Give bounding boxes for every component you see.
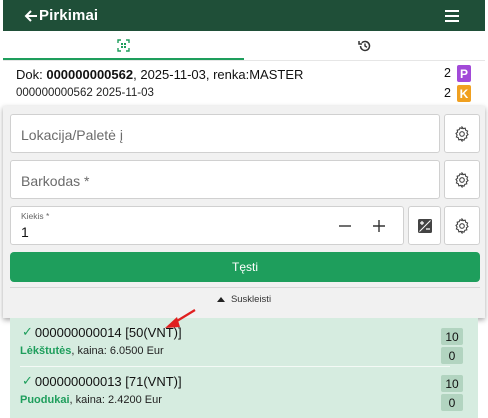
collapse-toggle[interactable]: Suskleisti bbox=[3, 292, 485, 306]
gear-icon bbox=[455, 217, 469, 234]
item-name: Lėkštutės bbox=[20, 345, 72, 357]
quantity-settings-button[interactable] bbox=[444, 206, 480, 245]
quantity-label: Kiekis * bbox=[21, 211, 50, 221]
plus-minus-box-icon bbox=[417, 218, 432, 233]
counter-p-count: 2 bbox=[444, 66, 451, 80]
check-icon: ✓ bbox=[22, 324, 33, 339]
collapse-label: Suskleisti bbox=[230, 293, 272, 305]
item-title: 000000000013 [71(VNT)] bbox=[34, 373, 182, 389]
badge-k: K bbox=[457, 85, 471, 102]
divider bbox=[20, 366, 450, 367]
check-icon: ✓ bbox=[22, 373, 33, 388]
barcode-scan-icon bbox=[117, 39, 130, 52]
list-item[interactable]: ✓ 000000000014 [50(VNT)] Lėkštutės, kain… bbox=[10, 318, 478, 364]
hamburger-menu-icon[interactable] bbox=[445, 10, 459, 22]
increment-button[interactable] bbox=[363, 207, 395, 245]
item-qty-expected: 10 bbox=[441, 375, 463, 392]
item-subtitle: Lėkštutės, kaina: 6.0500 Eur bbox=[20, 345, 164, 357]
badge-p: P bbox=[457, 65, 471, 82]
item-list: ✓ 000000000014 [50(VNT)] Lėkštutės, kain… bbox=[10, 318, 478, 418]
scan-form: Lokacija/Paletė į Barkodas * Kiekis * 1 bbox=[3, 106, 485, 318]
item-name: Puodukai bbox=[20, 394, 70, 406]
gear-icon bbox=[455, 125, 469, 142]
barcode-settings-button[interactable] bbox=[444, 160, 480, 199]
divider bbox=[10, 287, 480, 288]
tab-bar bbox=[3, 31, 485, 60]
item-qty-scanned: 0 bbox=[441, 394, 463, 411]
chevron-up-icon bbox=[216, 297, 225, 302]
history-icon bbox=[357, 40, 370, 51]
counter-k-count: 2 bbox=[444, 86, 451, 100]
item-price: , kaina: 2.4200 Eur bbox=[69, 394, 162, 406]
app-bar: Pirkimai bbox=[3, 0, 485, 31]
quantity-value: 1 bbox=[21, 224, 29, 240]
document-subline: 000000000562 2025-11-03 bbox=[16, 87, 154, 99]
barcode-input[interactable]: Barkodas * bbox=[10, 160, 440, 199]
tab-scan[interactable] bbox=[3, 31, 244, 60]
quantity-preset-button[interactable] bbox=[408, 206, 441, 245]
minus-icon bbox=[339, 225, 351, 227]
page-title: Pirkimai bbox=[39, 7, 99, 24]
location-placeholder: Lokacija/Paletė į bbox=[21, 127, 123, 143]
location-settings-button[interactable] bbox=[444, 114, 480, 153]
item-subtitle: Puodukai, kaina: 2.4200 Eur bbox=[20, 394, 162, 406]
plus-icon bbox=[373, 220, 385, 232]
quantity-stepper[interactable]: Kiekis * 1 bbox=[10, 206, 404, 245]
decrement-button[interactable] bbox=[329, 207, 361, 245]
barcode-placeholder: Barkodas * bbox=[21, 173, 90, 189]
document-number: 000000000562 bbox=[46, 67, 134, 82]
item-price: , kaina: 6.0500 Eur bbox=[71, 345, 164, 357]
location-input[interactable]: Lokacija/Paletė į bbox=[10, 114, 440, 153]
continue-button[interactable]: Tęsti bbox=[10, 252, 480, 282]
item-qty-scanned: 0 bbox=[441, 347, 463, 364]
tab-history[interactable] bbox=[244, 31, 485, 60]
list-item[interactable]: ✓ 000000000013 [71(VNT)] Puodukai, kaina… bbox=[10, 368, 478, 414]
item-qty-expected: 10 bbox=[441, 328, 463, 345]
item-title: 000000000014 [50(VNT)] bbox=[34, 324, 182, 340]
document-info: Dok: 000000000562, 2025-11-03, renka:MAS… bbox=[3, 60, 485, 106]
gear-icon bbox=[455, 171, 469, 188]
arrow-left-icon[interactable] bbox=[24, 8, 38, 24]
document-title: Dok: 000000000562, 2025-11-03, renka:MAS… bbox=[16, 67, 304, 82]
